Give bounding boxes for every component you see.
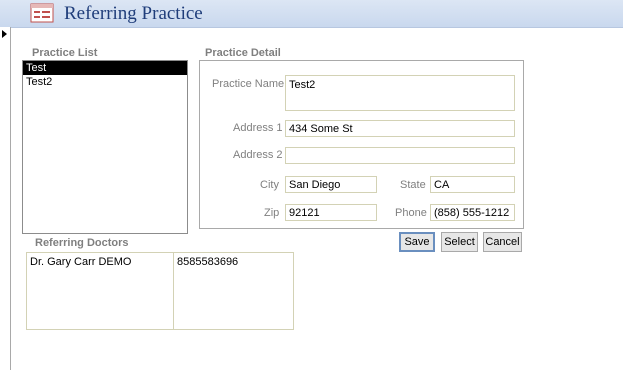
practice-list[interactable]: Test Test2 [22,60,188,234]
city-field[interactable]: San Diego [285,176,377,193]
column-divider [173,253,174,329]
current-record-arrow-icon [2,30,7,38]
state-field[interactable]: CA [430,176,515,193]
phone-label: Phone [395,207,427,219]
form-icon [30,3,54,23]
city-label: City [260,179,279,191]
practice-detail-label: Practice Detail [205,47,281,59]
title-bar: Referring Practice [0,0,623,28]
practice-list-label: Practice List [32,47,98,59]
doctor-phone-cell[interactable]: 8585583696 [177,256,238,268]
list-item[interactable]: Test [23,61,187,75]
address1-label: Address 1 [233,122,283,134]
doctor-name-cell[interactable]: Dr. Gary Carr DEMO [30,256,131,268]
referring-doctors-label: Referring Doctors [35,237,129,249]
address2-field[interactable] [285,147,515,164]
window-title: Referring Practice [64,3,203,24]
address2-label: Address 2 [233,149,283,161]
practice-name-field[interactable]: Test2 [285,75,515,111]
record-selector[interactable] [0,27,11,370]
cancel-button[interactable]: Cancel [483,232,522,252]
state-label: State [400,179,426,191]
address1-field[interactable]: 434 Some St [285,120,515,137]
phone-field[interactable]: (858) 555-1212 [430,204,515,221]
list-item[interactable]: Test2 [23,75,187,89]
select-button[interactable]: Select [441,232,478,252]
referring-doctors-list[interactable]: Dr. Gary Carr DEMO 8585583696 [26,252,294,330]
zip-label: Zip [264,207,280,219]
practice-name-label: Practice Name [212,78,285,90]
zip-field[interactable]: 92121 [285,204,377,221]
save-button[interactable]: Save [399,232,435,252]
